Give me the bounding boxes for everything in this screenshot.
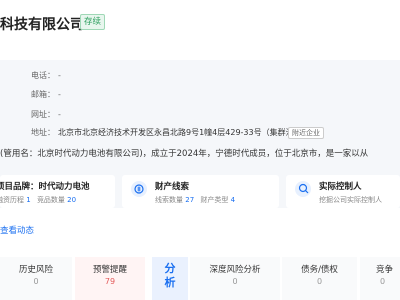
- card-sub-value: 1: [26, 196, 31, 204]
- card-title: 财产线索: [155, 182, 190, 192]
- intro-row: (管用名：北京时代动力电池有限公司)，成立于2024年，宁德时代成员，位于北京市…: [0, 146, 400, 160]
- debt-tab[interactable]: 债务/债权 0: [282, 257, 357, 300]
- controller-icon: [295, 181, 311, 197]
- wealth-card[interactable]: 财产线索 线索数量 27 财产类型 4: [122, 175, 279, 208]
- wealth-icon: [131, 181, 147, 197]
- card-sub-label: 竞品数量: [36, 196, 65, 204]
- phone-value: -: [58, 71, 61, 80]
- card-sub: 线索数量 27 财产类型 4: [155, 195, 235, 205]
- card-sub-label: 财产类型: [200, 196, 229, 204]
- company-header: 科技有限公司 存续: [0, 0, 400, 60]
- history-risk-tab[interactable]: 历史风险 0: [0, 257, 72, 300]
- phone-label: 电话：: [31, 71, 55, 80]
- card-title: 项目品牌：时代动力电池: [0, 182, 90, 192]
- email-label: 邮箱：: [31, 90, 55, 99]
- debt-label: 债务/债权: [301, 265, 338, 275]
- warning-count: 79: [104, 277, 116, 286]
- email-value: -: [58, 90, 61, 99]
- competitor-count: 0: [380, 277, 386, 286]
- risk-bar: 历史风险 0 预警提醒 79 分析 深度风险分析 0 债务/债权 0 竞争 0: [0, 257, 400, 300]
- card-sub-value: 27: [185, 196, 195, 204]
- history-risk-count: 0: [33, 277, 39, 286]
- competitor-tab[interactable]: 竞争 0: [360, 257, 400, 300]
- website-label: 网址：: [31, 110, 55, 119]
- company-name: 科技有限公司: [0, 17, 84, 33]
- phone-row: 电话： -: [0, 68, 400, 84]
- controller-card[interactable]: 实际控制人 挖掘公司实际控制人: [286, 175, 400, 208]
- card-title: 实际控制人: [319, 182, 362, 192]
- deep-risk-count: 0: [232, 277, 238, 286]
- nearby-companies-button[interactable]: 附近企业: [288, 127, 324, 139]
- card-sub: 融资历程 1 竞品数量 20: [0, 195, 76, 205]
- address-label: 地址：: [31, 128, 55, 137]
- deep-risk-label: 深度风险分析: [209, 265, 261, 275]
- card-sub-label: 线索数量: [155, 196, 183, 204]
- analyze-tab[interactable]: 分析: [152, 257, 188, 300]
- address-row: 地址： 北京市北京经济技术开发区永昌北路9号1幢4层429-33号（集群注册） …: [0, 125, 400, 141]
- warning-label: 预警提醒: [92, 265, 127, 275]
- analyze-label: 分析: [164, 262, 176, 289]
- view-dynamics-link[interactable]: 查看动态: [0, 224, 34, 236]
- card-sub-value: 4: [230, 196, 236, 204]
- card-sub-value: 20: [67, 196, 77, 204]
- history-risk-label: 历史风险: [18, 265, 53, 275]
- competitor-label: 竞争: [376, 265, 394, 275]
- address-value: 北京市北京经济技术开发区永昌北路9号1幢4层429-33号（集群注册）: [58, 128, 310, 137]
- card-sub-label: 融资历程: [0, 196, 24, 204]
- debt-count: 0: [316, 277, 323, 286]
- warning-tab[interactable]: 预警提醒 79: [75, 257, 145, 300]
- status-badge: 存续: [80, 14, 106, 30]
- card-sub: 挖掘公司实际控制人: [319, 196, 382, 204]
- website-row: 网址： -: [0, 107, 400, 123]
- deep-risk-tab[interactable]: 深度风险分析 0: [190, 257, 280, 300]
- brand-card[interactable]: 项目品牌：时代动力电池 融资历程 1 竞品数量 20: [0, 175, 115, 208]
- company-intro: (管用名：北京时代动力电池有限公司)，成立于2024年，宁德时代成员，位于北京市…: [0, 149, 369, 159]
- website-value: -: [58, 110, 61, 119]
- email-row: 邮箱： -: [0, 87, 400, 103]
